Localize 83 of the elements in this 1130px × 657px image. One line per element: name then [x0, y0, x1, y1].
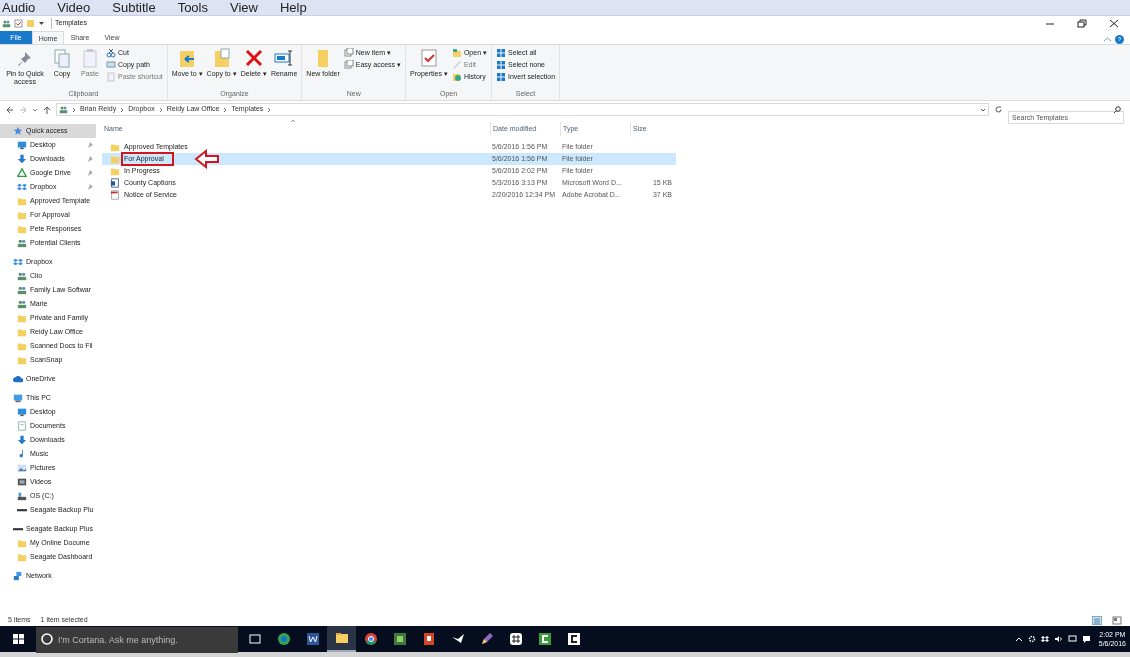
delete-x-icon [243, 48, 264, 68]
people-icon [17, 285, 27, 295]
forward-icon [19, 105, 27, 114]
menu-item[interactable]: Video [57, 1, 91, 14]
cloud-icon [13, 374, 23, 384]
up-icon [43, 105, 51, 114]
annotation-arrow-icon [194, 149, 220, 169]
people-icon [17, 238, 27, 248]
grid-icon [496, 60, 506, 70]
word-document-icon [110, 178, 120, 188]
windows-logo-icon [12, 634, 24, 644]
people-icon [17, 271, 27, 281]
pdf-document-icon [110, 190, 120, 200]
chevron-icon [267, 106, 272, 113]
letter-c-app-icon [536, 631, 553, 647]
grid-icon [496, 48, 506, 58]
menu-item[interactable]: Audio [2, 1, 36, 14]
menu-item[interactable]: Tools [177, 1, 208, 14]
people-icon [2, 19, 11, 28]
history-icon [451, 72, 462, 82]
task-view-icon [246, 631, 263, 647]
people-icon [59, 105, 68, 114]
dropbox-icon [17, 182, 27, 192]
grid-icon [496, 72, 506, 82]
clipboard-icon [106, 72, 116, 82]
document-icon [17, 421, 27, 431]
clipboard-icon [80, 48, 100, 68]
pencil-icon [451, 60, 462, 70]
menu-item[interactable]: View [230, 1, 258, 14]
sort-indicator-icon [290, 119, 296, 123]
path-icon [106, 60, 116, 70]
collapse-ribbon-icon [1103, 35, 1112, 44]
cortana-search-field[interactable]: I'm Cortana. Ask me anything. [36, 627, 238, 653]
dropbox-icon [1040, 635, 1049, 643]
monitor-icon [17, 407, 27, 417]
new-item-icon [343, 48, 354, 58]
edge-icon [275, 631, 292, 647]
volume-icon [1053, 635, 1063, 643]
taskbar-button[interactable] [327, 626, 356, 652]
chevron-icon [158, 106, 163, 113]
rename-icon [274, 48, 295, 68]
chrome-icon [362, 631, 379, 647]
open-icon [451, 48, 462, 58]
network-icon [1067, 635, 1077, 643]
caret-icon [38, 19, 45, 28]
back-icon [6, 105, 14, 114]
monitor-icon [17, 140, 27, 150]
restore-icon [1077, 19, 1087, 28]
film-icon [17, 477, 27, 487]
scissors-icon [106, 48, 116, 58]
folder-icon [26, 19, 35, 28]
large-icons-view-icon [1112, 615, 1122, 625]
refresh-icon [994, 105, 1003, 114]
hash-icon [507, 631, 524, 647]
hard-drive-icon [17, 491, 27, 501]
word-icon [304, 631, 321, 647]
chevron-icon [120, 106, 125, 113]
details-view-icon [1092, 615, 1102, 625]
properties-icon [419, 48, 439, 68]
chevron-up-icon [1014, 635, 1023, 643]
new-item-icon [343, 60, 354, 70]
close-icon [1109, 19, 1119, 28]
download-arrow-icon [17, 435, 27, 445]
copy-icon [52, 48, 72, 68]
square-app-icon [391, 631, 408, 647]
cortana-circle-icon [41, 633, 53, 645]
download-arrow-icon [17, 154, 27, 164]
menu-item[interactable]: Subtitle [112, 1, 156, 14]
chevron-icon [223, 106, 228, 113]
folder-icon [333, 630, 350, 646]
dropbox-icon [13, 257, 23, 267]
notification-icon [1081, 635, 1091, 643]
search-icon [1113, 105, 1121, 114]
network-icon [13, 571, 23, 581]
chevron-icon [72, 106, 76, 113]
app-icon [565, 631, 582, 647]
picture-icon [17, 463, 27, 473]
triangle-icon [17, 168, 27, 178]
properties-icon [14, 19, 23, 28]
menu-item[interactable]: Help [279, 1, 307, 14]
computer-icon [13, 393, 23, 403]
star-icon [13, 126, 23, 136]
people-icon [17, 299, 27, 309]
